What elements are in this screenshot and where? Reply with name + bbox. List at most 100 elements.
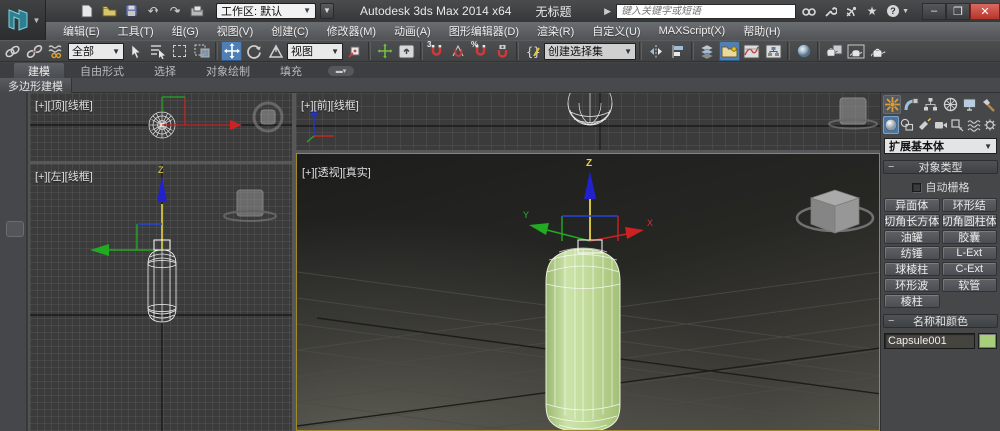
tab-create[interactable] bbox=[883, 95, 902, 114]
help-dropdown-arrow[interactable]: ▼ bbox=[902, 8, 909, 15]
button-spindle[interactable]: 纺锤 bbox=[884, 246, 940, 260]
angle-snap-toggle-icon[interactable] bbox=[448, 41, 469, 61]
viewport-splitter-vertical[interactable] bbox=[292, 93, 296, 431]
tab-modify[interactable] bbox=[902, 95, 920, 114]
tab-display[interactable] bbox=[960, 95, 978, 114]
autogrid-checkbox[interactable] bbox=[911, 182, 921, 192]
schematic-view-icon[interactable] bbox=[763, 41, 784, 61]
menu-create[interactable]: 创建(C) bbox=[262, 22, 317, 40]
ribbon-tab-freeform[interactable]: 自由形式 bbox=[66, 63, 138, 78]
button-torus-knot[interactable]: 环形结 bbox=[941, 198, 997, 212]
menu-edit[interactable]: 编辑(E) bbox=[54, 22, 109, 40]
keyboard-shortcut-override-icon[interactable] bbox=[396, 41, 417, 61]
align-icon[interactable] bbox=[667, 41, 688, 61]
mirror-icon[interactable] bbox=[645, 41, 666, 61]
workspace-selector[interactable]: 工作区: 默认 ▼ bbox=[216, 2, 316, 19]
window-crossing-toggle-icon[interactable] bbox=[191, 41, 212, 61]
button-chamfer-cylinder[interactable]: 切角圆柱体 bbox=[941, 214, 997, 228]
subscription-wrench-icon[interactable] bbox=[822, 3, 838, 19]
collapsed-panel-button[interactable] bbox=[6, 221, 24, 237]
snap-toggle-3d-icon[interactable]: 3 bbox=[426, 40, 447, 61]
menu-tools[interactable]: 工具(T) bbox=[109, 22, 163, 40]
viewport-perspective-active[interactable]: [+][透视][真实] Z Y X bbox=[296, 153, 880, 431]
category-helpers[interactable] bbox=[949, 116, 965, 134]
button-hedra[interactable]: 异面体 bbox=[884, 198, 940, 212]
primitive-category-dropdown[interactable]: 扩展基本体 ▼ bbox=[884, 138, 997, 154]
viewport-top-label[interactable]: [+][顶][线框] bbox=[35, 97, 93, 113]
select-and-rotate-icon[interactable] bbox=[243, 41, 264, 61]
ribbon-tab-object-paint[interactable]: 对象绘制 bbox=[192, 63, 264, 78]
select-by-name-icon[interactable] bbox=[147, 41, 168, 61]
undo-button[interactable]: ↶ ▾ bbox=[144, 2, 162, 19]
infocenter-collapse-arrow[interactable]: ▶ bbox=[604, 6, 611, 17]
maximize-button[interactable]: ❐ bbox=[946, 2, 970, 20]
ribbon-tab-selection[interactable]: 选择 bbox=[140, 63, 190, 78]
button-chamfer-box[interactable]: 切角长方体 bbox=[884, 214, 940, 228]
ribbon-panel-polygon-modeling[interactable]: 多边形建模 bbox=[0, 78, 72, 93]
select-and-move-icon[interactable] bbox=[221, 41, 242, 61]
ribbon-minimize-button[interactable]: ▬▾ bbox=[328, 66, 354, 76]
tab-motion[interactable] bbox=[941, 95, 959, 114]
object-name-field[interactable]: Capsule001 bbox=[884, 333, 975, 349]
viewport-top[interactable]: [+][顶][线框] bbox=[30, 93, 292, 161]
viewport-left-label[interactable]: [+][左][线框] bbox=[35, 168, 93, 184]
menu-help[interactable]: 帮助(H) bbox=[734, 22, 789, 40]
viewport-perspective-label[interactable]: [+][透视][真实] bbox=[302, 164, 371, 180]
category-shapes[interactable] bbox=[900, 116, 916, 134]
button-ringwave[interactable]: 环形波 bbox=[884, 278, 940, 292]
button-capsule[interactable]: 胶囊 bbox=[941, 230, 997, 244]
search-input[interactable] bbox=[616, 3, 797, 19]
curve-editor-icon[interactable] bbox=[741, 41, 762, 61]
category-cameras[interactable] bbox=[933, 116, 949, 134]
menu-customize[interactable]: 自定义(U) bbox=[583, 22, 649, 40]
menu-group[interactable]: 组(G) bbox=[163, 22, 208, 40]
viewport-left[interactable]: [+][左][线框] Z bbox=[30, 164, 292, 431]
menu-rendering[interactable]: 渲染(R) bbox=[528, 22, 583, 40]
menu-views[interactable]: 视图(V) bbox=[208, 22, 263, 40]
button-prism[interactable]: 棱柱 bbox=[884, 294, 940, 308]
minimize-button[interactable]: – bbox=[922, 2, 946, 20]
select-and-link-icon[interactable] bbox=[2, 41, 23, 61]
save-file-button[interactable] bbox=[122, 2, 140, 19]
layer-manager-icon[interactable] bbox=[697, 41, 718, 61]
tab-hierarchy[interactable] bbox=[922, 95, 940, 114]
graphite-modeling-tools-toggle-icon[interactable] bbox=[719, 41, 740, 61]
material-editor-icon[interactable] bbox=[793, 41, 814, 61]
viewport-splitter-horizontal-right[interactable] bbox=[296, 150, 880, 153]
button-hose[interactable]: 软管 bbox=[941, 278, 997, 292]
category-systems[interactable] bbox=[982, 116, 998, 134]
tab-utilities[interactable] bbox=[980, 95, 998, 114]
button-oil-tank[interactable]: 油罐 bbox=[884, 230, 940, 244]
render-production-icon[interactable] bbox=[867, 41, 888, 61]
edit-named-selection-sets-icon[interactable]: {} bbox=[522, 41, 543, 61]
menu-maxscript[interactable]: MAXScript(X) bbox=[650, 22, 735, 40]
viewport-front-label[interactable]: [+][前][线框] bbox=[301, 97, 359, 113]
rendered-frame-window-icon[interactable] bbox=[845, 41, 866, 61]
render-setup-icon[interactable] bbox=[823, 41, 844, 61]
category-space-warps[interactable] bbox=[966, 116, 982, 134]
set-project-folder-button[interactable] bbox=[188, 2, 206, 19]
bind-to-space-warp-icon[interactable] bbox=[46, 41, 67, 61]
use-pivot-point-center-icon[interactable] bbox=[344, 41, 365, 61]
open-file-button[interactable] bbox=[100, 2, 118, 19]
ribbon-tab-populate[interactable]: 填充 bbox=[266, 63, 316, 78]
application-menu-button[interactable]: ▼ bbox=[0, 0, 46, 40]
reference-coordinate-system-dropdown[interactable]: 视图 ▼ bbox=[287, 42, 343, 60]
button-c-ext[interactable]: C-Ext bbox=[941, 262, 997, 276]
redo-dropdown-arrow[interactable]: ▾ bbox=[177, 7, 181, 15]
spinner-snap-toggle-icon[interactable] bbox=[492, 41, 513, 61]
selection-filter-dropdown[interactable]: 全部 ▼ bbox=[68, 42, 124, 60]
menu-graph-editors[interactable]: 图形编辑器(D) bbox=[440, 22, 528, 40]
rectangular-selection-region-icon[interactable] bbox=[169, 41, 190, 61]
select-object-icon[interactable] bbox=[125, 41, 146, 61]
category-lights[interactable] bbox=[916, 116, 932, 134]
category-geometry[interactable] bbox=[883, 116, 899, 134]
select-and-manipulate-icon[interactable] bbox=[374, 41, 395, 61]
percent-snap-toggle-icon[interactable]: % bbox=[470, 40, 491, 61]
new-scene-button[interactable] bbox=[78, 2, 96, 19]
communication-center-icon[interactable] bbox=[843, 3, 859, 19]
select-and-scale-icon[interactable] bbox=[265, 41, 286, 61]
redo-button[interactable]: ↷ ▾ bbox=[166, 2, 184, 19]
ribbon-tab-modeling[interactable]: 建模 bbox=[14, 63, 64, 78]
undo-dropdown-arrow[interactable]: ▾ bbox=[155, 7, 159, 15]
